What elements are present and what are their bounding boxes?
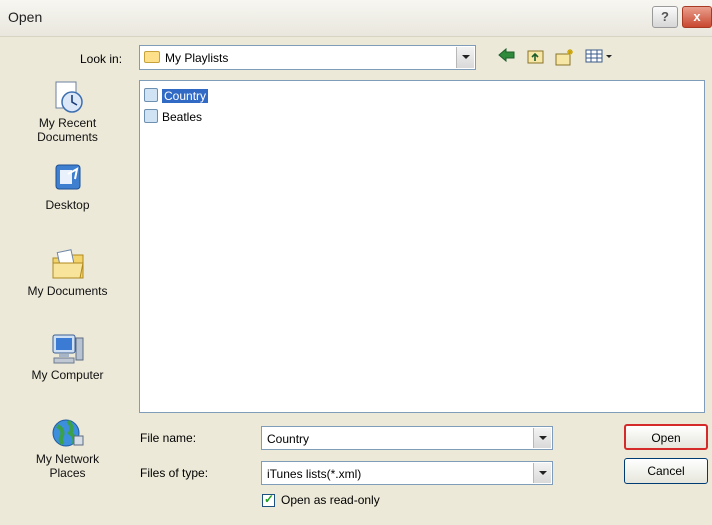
place-label: My Documents (27, 284, 108, 298)
views-menu-icon[interactable] (584, 48, 614, 66)
place-network-places[interactable]: My Network Places (10, 416, 125, 480)
network-places-icon (50, 416, 86, 450)
open-button[interactable]: Open (624, 424, 708, 450)
place-label: Places (49, 466, 86, 480)
place-label: My Computer (31, 368, 104, 382)
chevron-down-icon[interactable] (533, 428, 551, 448)
desktop-icon (50, 162, 86, 196)
chevron-down-icon[interactable] (533, 463, 551, 483)
lookin-label: Look in: (80, 52, 123, 66)
filetype-dropdown[interactable]: iTunes lists(*.xml) (261, 461, 553, 485)
place-label: My Network (35, 452, 100, 466)
place-my-computer[interactable]: My Computer (10, 332, 125, 382)
close-icon: x (693, 9, 701, 24)
open-dialog: Open ? x Look in: My Playlists My Recent… (0, 0, 712, 525)
place-label: Desktop (45, 198, 90, 212)
places-bar: My Recent Documents Desktop My Documents… (10, 74, 125, 504)
chevron-down-icon[interactable] (456, 47, 474, 68)
close-button[interactable]: x (682, 6, 712, 28)
file-list[interactable]: Country Beatles (139, 80, 705, 413)
playlist-file-icon (144, 109, 158, 123)
lookin-value: My Playlists (165, 51, 229, 65)
file-name: Country (162, 89, 209, 103)
filename-field[interactable]: Country (261, 426, 553, 450)
title-bar[interactable]: Open ? x (0, 0, 712, 37)
place-label: Documents (37, 130, 98, 144)
folder-icon (144, 51, 160, 63)
recent-documents-icon (50, 80, 86, 114)
cancel-button[interactable]: Cancel (624, 458, 708, 484)
new-folder-icon[interactable] (555, 48, 575, 66)
list-item[interactable]: Country (144, 87, 209, 105)
playlist-file-icon (144, 88, 158, 102)
filetype-label: Files of type: (140, 466, 209, 480)
filename-label: File name: (140, 431, 197, 445)
lookin-dropdown[interactable]: My Playlists (139, 45, 476, 70)
my-computer-icon (50, 332, 86, 366)
readonly-checkbox[interactable] (262, 492, 275, 507)
my-documents-icon (50, 248, 86, 282)
readonly-label[interactable]: Open as read-only (281, 493, 380, 507)
place-desktop[interactable]: Desktop (10, 162, 125, 212)
help-icon: ? (661, 9, 669, 24)
place-label: My Recent (38, 116, 97, 130)
place-recent-documents[interactable]: My Recent Documents (10, 80, 125, 144)
back-icon[interactable] (497, 47, 517, 66)
list-item[interactable]: Beatles (144, 108, 202, 126)
filename-value: Country (267, 432, 310, 446)
filetype-value: iTunes lists(*.xml) (267, 467, 362, 481)
file-name: Beatles (162, 110, 203, 124)
up-folder-icon[interactable] (526, 48, 546, 66)
window-title: Open (8, 9, 43, 25)
help-button[interactable]: ? (652, 6, 678, 28)
place-my-documents[interactable]: My Documents (10, 248, 125, 298)
